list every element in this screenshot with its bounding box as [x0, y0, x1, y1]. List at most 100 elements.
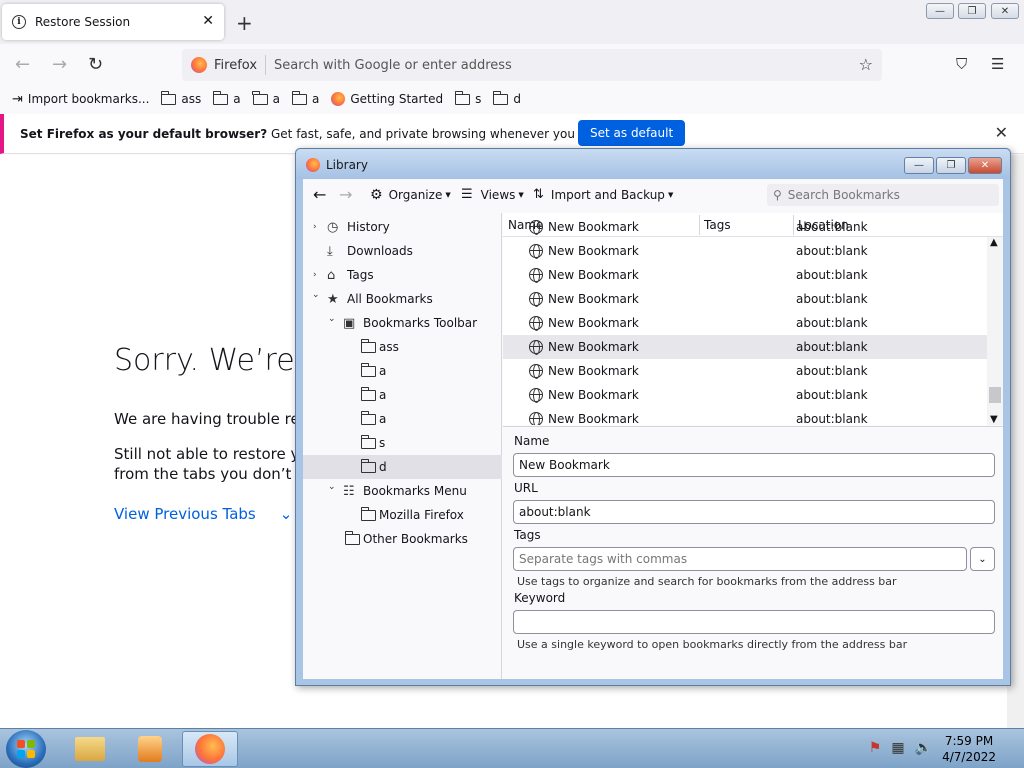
volume-icon[interactable]: 🔈 [915, 740, 932, 756]
network-icon[interactable]: ▦ [891, 740, 904, 756]
firefox-icon [331, 92, 346, 106]
list-scrollbar[interactable]: ▲ ▼ [987, 237, 1003, 425]
library-titlebar[interactable]: Library — ❐ ✕ [296, 149, 1010, 179]
folder-icon [252, 90, 268, 105]
bookmark-folder-d[interactable]: d [493, 90, 521, 106]
tree-item-folder-d[interactable]: d [303, 455, 502, 479]
notification-close-icon[interactable]: ✕ [995, 123, 1008, 142]
clock[interactable]: 7:59 PM 4/7/2022 [942, 733, 996, 765]
bookmark-folder-ass[interactable]: ass [161, 90, 201, 106]
library-maximize-button[interactable]: ❐ [936, 157, 966, 174]
search-bookmarks-input[interactable]: ⚲ Search Bookmarks [767, 184, 999, 206]
bookmark-import[interactable]: ⇥ Import bookmarks... [12, 92, 149, 107]
media-player-icon [138, 736, 162, 762]
back-button[interactable]: ← [15, 54, 30, 75]
table-row[interactable]: New Bookmark about:blank [503, 287, 987, 311]
table-row[interactable]: New Bookmark about:blank [503, 383, 987, 407]
tags-label: Tags [514, 528, 541, 542]
library-close-button[interactable]: ✕ [968, 157, 1002, 174]
table-row[interactable]: New Bookmark about:blank [503, 263, 987, 287]
bookmark-folder-a3[interactable]: a [291, 90, 319, 106]
expand-icon[interactable]: › [313, 270, 317, 280]
tree-item-folder-a2[interactable]: a [303, 383, 502, 407]
globe-icon [529, 388, 543, 403]
globe-icon [529, 364, 543, 379]
organize-button[interactable]: ⚙ Organize ▼ [370, 187, 451, 203]
reload-button[interactable]: ↻ [88, 54, 103, 75]
tree-item-history[interactable]: › ◷ History [303, 215, 502, 239]
chevron-down-icon: ⌄ [978, 553, 987, 565]
tree-item-mozilla-firefox[interactable]: Mozilla Firefox [303, 503, 502, 527]
bookmark-folder-a1[interactable]: a [212, 90, 241, 106]
forward-button[interactable]: → [52, 54, 67, 75]
scroll-down-icon[interactable]: ▼ [990, 414, 998, 425]
pocket-icon[interactable]: ⛉ [956, 55, 967, 73]
library-minimize-button[interactable]: — [904, 157, 934, 174]
bookmark-getting-started[interactable]: Getting Started [331, 92, 443, 106]
trouble-text: We are having trouble resto [114, 410, 323, 428]
tab-title: Restore Session [35, 15, 131, 29]
tab-restore-session[interactable]: i Restore Session ✕ [2, 4, 224, 40]
set-default-button[interactable]: Set as default [578, 120, 686, 146]
star-icon[interactable]: ☆ [859, 55, 873, 74]
windows-logo-icon [17, 740, 35, 758]
tags-field[interactable]: Separate tags with commas [513, 547, 967, 571]
tree-item-folder-s[interactable]: s [303, 431, 502, 455]
library-forward-button[interactable]: → [339, 185, 352, 204]
notification-text: Set Firefox as your default browser? Get… [20, 126, 656, 141]
tree-item-folder-a1[interactable]: a [303, 359, 502, 383]
table-row[interactable]: New Bookmark about:blank [503, 407, 987, 425]
menu-icon[interactable]: ☰ [991, 55, 1004, 73]
collapse-icon[interactable]: ⌄ [312, 290, 320, 300]
minimize-button[interactable]: — [926, 3, 954, 19]
scroll-thumb[interactable] [989, 387, 1001, 403]
tab-close-icon[interactable]: ✕ [202, 13, 214, 29]
tree-item-folder-ass[interactable]: ass [303, 335, 502, 359]
folder-icon [360, 363, 376, 377]
download-icon: ⤓ [327, 243, 333, 259]
taskbar: ⚑ ▦ 🔈 7:59 PM 4/7/2022 [0, 728, 1024, 768]
table-row[interactable]: New Bookmark about:blank [503, 215, 987, 239]
scroll-up-icon[interactable]: ▲ [990, 237, 998, 248]
bookmark-folder-a2[interactable]: a [252, 90, 280, 106]
maximize-button[interactable]: ❐ [958, 3, 986, 19]
tree-item-bookmarks-toolbar[interactable]: ⌄ ▣ Bookmarks Toolbar [303, 311, 502, 335]
tree-item-all-bookmarks[interactable]: ⌄ ★ All Bookmarks [303, 287, 502, 311]
tags-dropdown-button[interactable]: ⌄ [970, 547, 995, 571]
taskbar-firefox[interactable] [182, 731, 238, 767]
url-input[interactable]: Search with Google or enter address [274, 58, 512, 73]
collapse-icon[interactable]: ⌄ [328, 482, 336, 492]
folder-icon [161, 90, 177, 105]
url-bar[interactable]: Firefox Search with Google or enter addr… [182, 49, 882, 81]
name-field[interactable]: New Bookmark [513, 453, 995, 477]
taskbar-explorer[interactable] [62, 731, 118, 767]
collapse-icon[interactable]: ⌄ [328, 314, 336, 324]
table-row[interactable]: New Bookmark about:blank [503, 311, 987, 335]
firefox-icon [191, 57, 207, 73]
view-previous-tabs-link[interactable]: View Previous Tabs ⌄ [114, 505, 292, 523]
search-icon: ⚲ [773, 188, 782, 202]
views-icon: ☰ [461, 187, 473, 202]
folder-icon [360, 387, 376, 401]
tree-item-downloads[interactable]: ⤓ Downloads [303, 239, 502, 263]
bookmark-folder-s[interactable]: s [454, 90, 481, 106]
expand-icon[interactable]: › [313, 222, 317, 232]
table-row[interactable]: New Bookmark about:blank [503, 239, 987, 263]
action-center-icon[interactable]: ⚑ [869, 740, 882, 756]
tree-item-tags[interactable]: › ⌂ Tags [303, 263, 502, 287]
close-window-button[interactable]: ✕ [991, 3, 1019, 19]
start-button[interactable] [6, 730, 46, 768]
keyword-field[interactable] [513, 610, 995, 634]
tree-item-bookmarks-menu[interactable]: ⌄ ☷ Bookmarks Menu [303, 479, 502, 503]
library-back-button[interactable]: ← [313, 185, 326, 204]
tree-item-folder-a3[interactable]: a [303, 407, 502, 431]
tree-item-other-bookmarks[interactable]: Other Bookmarks [303, 527, 502, 551]
url-separator [265, 55, 267, 75]
taskbar-media-player[interactable] [122, 731, 178, 767]
url-field[interactable]: about:blank [513, 500, 995, 524]
new-tab-button[interactable]: + [236, 11, 253, 35]
views-button[interactable]: ☰ Views ▼ [461, 187, 524, 202]
import-backup-button[interactable]: ⇅ Import and Backup ▼ [533, 187, 673, 202]
table-row[interactable]: New Bookmark about:blank [503, 335, 987, 359]
table-row[interactable]: New Bookmark about:blank [503, 359, 987, 383]
